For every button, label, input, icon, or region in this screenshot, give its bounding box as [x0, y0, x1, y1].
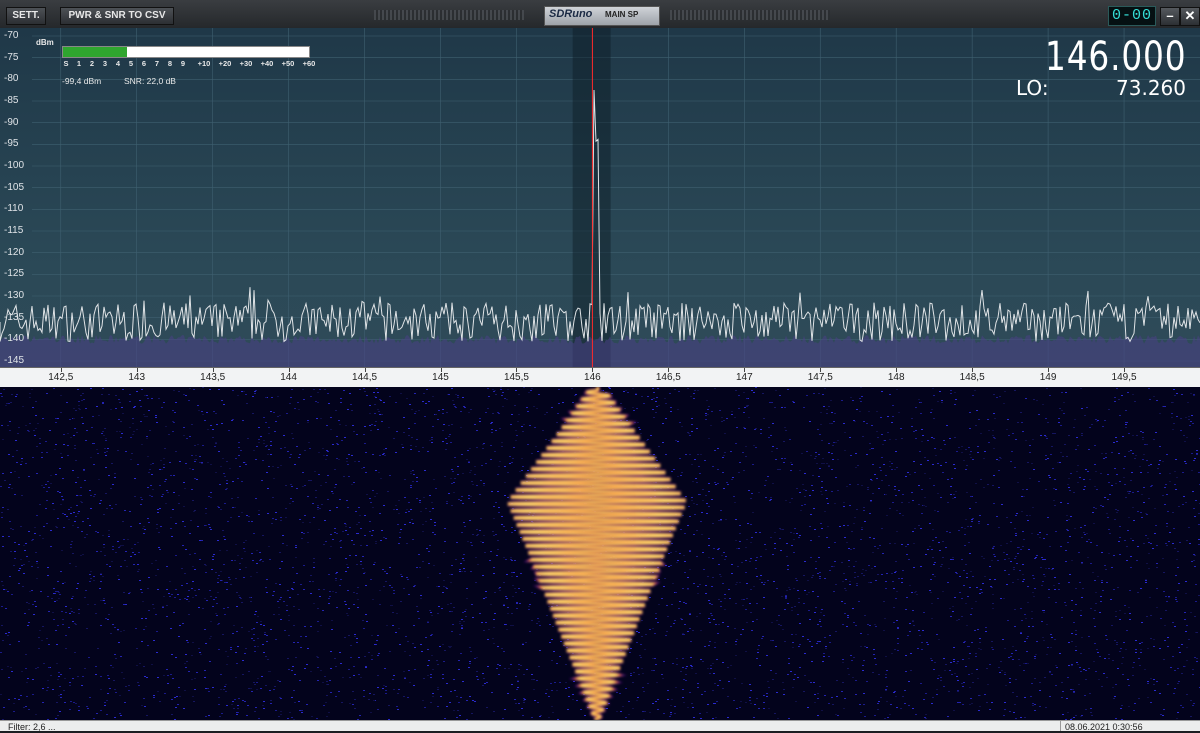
y-tick-label: -105: [4, 182, 24, 193]
close-icon[interactable]: ✕: [1180, 7, 1200, 26]
s-meter-tick-label: 4: [116, 59, 120, 68]
s-meter-tick-label: S: [63, 59, 68, 68]
snr-readout: SNR: 22,0 dB: [124, 76, 176, 86]
y-tick-label: -130: [4, 290, 24, 301]
lo-frequency-readout[interactable]: 73.260: [1116, 76, 1186, 100]
x-tick-label: 145,5: [504, 372, 529, 383]
s-meter-tick-label: 6: [142, 59, 146, 68]
x-tick-label: 142,5: [48, 372, 73, 383]
y-tick-label: -75: [4, 52, 18, 63]
y-tick-label: -145: [4, 355, 24, 366]
s-meter: [62, 46, 310, 58]
x-tick-label: 148: [888, 372, 905, 383]
noise-floor-fill: [0, 335, 1200, 367]
x-tick-label: 149,5: [1112, 372, 1137, 383]
app-logo-panel: SDRuno MAIN SP: [544, 6, 660, 26]
x-tick-label: 146,5: [656, 372, 681, 383]
panel-name: MAIN SP: [605, 10, 638, 19]
s-meter-tick-label: +50: [282, 59, 295, 68]
s-meter-tick-label: 2: [90, 59, 94, 68]
minimize-icon[interactable]: –: [1160, 7, 1180, 26]
waterfall-plot: [0, 387, 1200, 720]
x-tick-label: 149: [1040, 372, 1057, 383]
y-tick-label: -80: [4, 73, 18, 84]
waterfall-signal-trace: [508, 387, 686, 720]
drag-grip-left[interactable]: [374, 10, 524, 20]
x-tick-label: 143,5: [200, 372, 225, 383]
s-meter-tick-label: +10: [198, 59, 211, 68]
s-meter-tick-label: 3: [103, 59, 107, 68]
lo-label: LO:: [1016, 76, 1049, 100]
title-bar: SETT. PWR & SNR TO CSV SDRuno MAIN SP 0-…: [0, 0, 1200, 29]
y-tick-label: -110: [4, 203, 23, 214]
drag-grip-right[interactable]: [670, 10, 830, 20]
x-tick-label: 143: [128, 372, 145, 383]
x-tick-label: 145: [432, 372, 449, 383]
x-tick-label: 144: [280, 372, 297, 383]
signal-power-readout: -99,4 dBm: [62, 76, 101, 86]
y-tick-label: -85: [4, 95, 18, 106]
y-tick-label: -100: [4, 160, 24, 171]
s-meter-tick-label: 8: [168, 59, 172, 68]
status-filter-text: Filter: 2,6 ...: [8, 721, 56, 733]
s-meter-tick-label: 5: [129, 59, 133, 68]
s-meter-scale: S123456789+10+20+30+40+50+60: [62, 59, 312, 71]
y-tick-label: -95: [4, 138, 18, 149]
settings-button[interactable]: SETT.: [6, 7, 46, 25]
waterfall-display[interactable]: [0, 387, 1200, 720]
x-tick-label: 147: [736, 372, 753, 383]
x-tick-label: 144,5: [352, 372, 377, 383]
y-tick-label: -125: [4, 268, 24, 279]
export-csv-button[interactable]: PWR & SNR TO CSV: [60, 7, 174, 25]
status-bar: Filter: 2,6 ... 08.06.2021 0:30:56: [0, 720, 1200, 731]
y-tick-label: -70: [4, 30, 18, 41]
x-tick-label: 146: [584, 372, 601, 383]
spectrum-display[interactable]: -70 -75 -80 -85 -90 -95 -100 -105 -110 -115 -120 -1…: [0, 28, 1200, 367]
clock-display: 0-00: [1108, 6, 1156, 26]
x-tick-label: 147,5: [808, 372, 833, 383]
s-meter-tick-label: 9: [181, 59, 185, 68]
frequency-axis[interactable]: 142,5 143 143,5 144 144,5 145 145,5 146 146,5 147…: [0, 367, 1200, 388]
center-frequency-readout[interactable]: 146.000: [1045, 34, 1186, 80]
x-tick-label: 148,5: [960, 372, 985, 383]
y-tick-label: -140: [4, 333, 24, 344]
y-axis-unit: dBm: [36, 38, 54, 47]
y-tick-label: -120: [4, 247, 24, 258]
y-tick-label: -115: [4, 225, 23, 236]
s-meter-tick-label: 1: [77, 59, 81, 68]
y-tick-label: -135: [4, 312, 24, 323]
y-tick-label: -90: [4, 117, 18, 128]
s-meter-tick-label: +40: [261, 59, 274, 68]
app-logo: SDRuno: [549, 8, 592, 20]
s-meter-tick-label: +20: [219, 59, 232, 68]
s-meter-tick-label: +30: [240, 59, 253, 68]
s-meter-tick-label: +60: [303, 59, 316, 68]
s-meter-tick-label: 7: [155, 59, 159, 68]
s-meter-level: [63, 47, 127, 57]
